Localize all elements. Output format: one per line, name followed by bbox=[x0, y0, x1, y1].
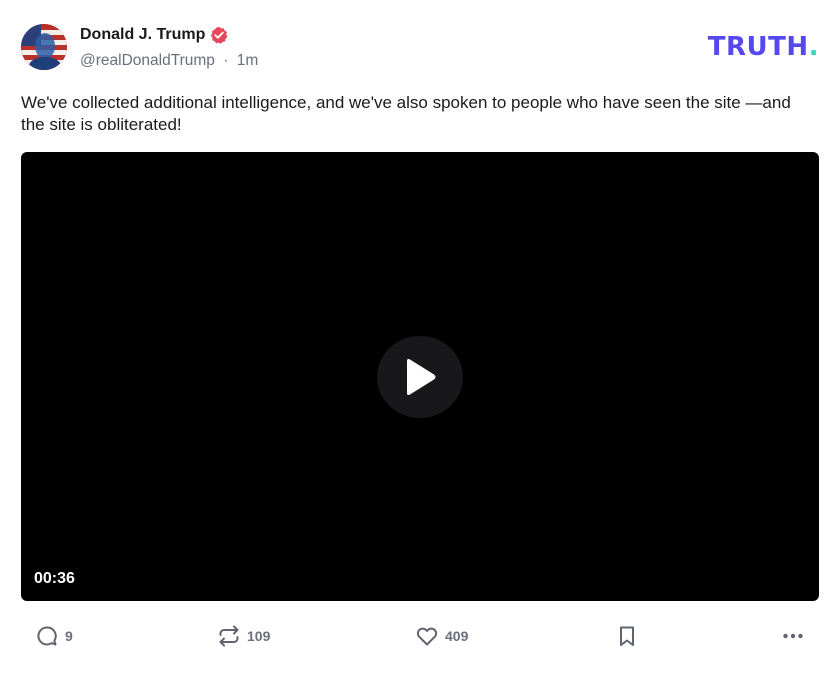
more-options-button[interactable] bbox=[781, 620, 805, 652]
post-actions: 9 109 409 bbox=[21, 620, 819, 652]
video-player[interactable]: 00:36 bbox=[21, 152, 819, 601]
logo-dot: . bbox=[808, 32, 819, 62]
retruth-button[interactable]: 109 bbox=[217, 620, 270, 652]
bookmark-button[interactable] bbox=[615, 620, 639, 652]
name-row: Donald J. Trump bbox=[80, 26, 228, 44]
video-duration: 00:36 bbox=[34, 570, 75, 587]
truth-logo[interactable]: TRUTH. bbox=[708, 32, 819, 62]
author-name[interactable]: Donald J. Trump bbox=[80, 26, 205, 44]
avatar[interactable] bbox=[21, 24, 67, 70]
like-count: 409 bbox=[445, 628, 469, 644]
verified-badge-icon bbox=[210, 26, 228, 44]
like-button[interactable]: 409 bbox=[415, 620, 468, 652]
post-header: Donald J. Trump @realDonaldTrump · 1m TR… bbox=[21, 24, 819, 74]
comment-bubble-icon bbox=[35, 624, 59, 648]
post-meta: @realDonaldTrump · 1m bbox=[80, 52, 258, 70]
author-handle[interactable]: @realDonaldTrump bbox=[80, 52, 215, 69]
reply-button[interactable]: 9 bbox=[35, 620, 73, 652]
reply-count: 9 bbox=[65, 628, 73, 644]
logo-text: TRUTH bbox=[707, 32, 809, 62]
bookmark-icon bbox=[615, 624, 639, 648]
play-button[interactable] bbox=[377, 336, 463, 418]
post-timestamp[interactable]: 1m bbox=[237, 52, 259, 69]
repost-arrows-icon bbox=[217, 624, 241, 648]
more-dots-icon bbox=[781, 624, 805, 648]
heart-icon bbox=[415, 624, 439, 648]
play-icon bbox=[401, 357, 439, 397]
retruth-count: 109 bbox=[247, 628, 271, 644]
meta-separator: · bbox=[223, 52, 229, 69]
post-body-text: We've collected additional intelligence,… bbox=[21, 93, 791, 134]
